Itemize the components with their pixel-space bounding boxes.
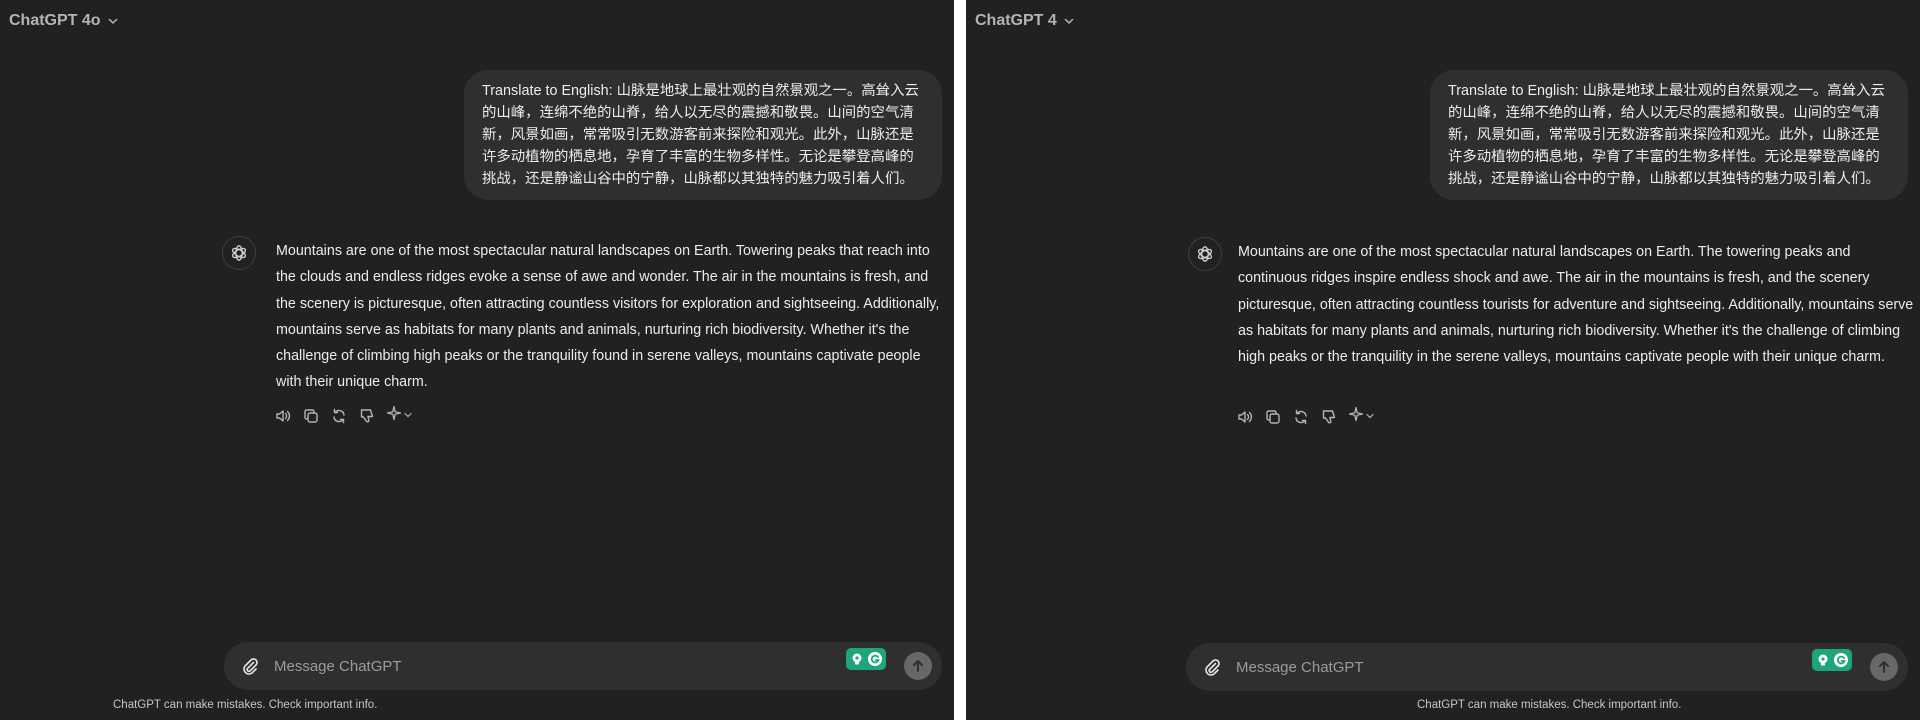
- message-input[interactable]: [1236, 655, 1716, 679]
- openai-logo-icon: [1188, 237, 1222, 271]
- paperclip-icon[interactable]: [1200, 655, 1224, 679]
- chevron-down-icon: [107, 15, 119, 27]
- extension-icons[interactable]: [846, 648, 886, 670]
- model-switcher[interactable]: ChatGPT 4: [975, 10, 1075, 32]
- grammarly-icon: [1833, 652, 1849, 668]
- chevron-down-icon: [1063, 15, 1075, 27]
- message-composer: [224, 642, 942, 690]
- send-button[interactable]: [904, 652, 932, 680]
- send-button[interactable]: [1870, 653, 1898, 681]
- user-message: Translate to English: 山脉是地球上最壮观的自然景观之一。高…: [464, 70, 942, 200]
- model-switcher[interactable]: ChatGPT 4o: [9, 10, 119, 32]
- message-actions: [274, 405, 413, 426]
- user-message: Translate to English: 山脉是地球上最壮观的自然景观之一。高…: [1430, 70, 1908, 200]
- arrow-up-icon: [1879, 661, 1889, 673]
- sparkle-icon: [386, 405, 402, 426]
- bulb-icon: [1815, 652, 1831, 668]
- model-name: ChatGPT 4o: [9, 12, 101, 29]
- copy-icon[interactable]: [1264, 408, 1282, 426]
- message-actions: [1236, 406, 1375, 427]
- extension-icons[interactable]: [1812, 649, 1852, 671]
- change-model-button[interactable]: [386, 405, 413, 426]
- sparkle-icon: [1348, 406, 1364, 427]
- grammarly-icon: [867, 651, 883, 667]
- refresh-icon[interactable]: [330, 407, 348, 425]
- disclaimer: ChatGPT can make mistakes. Check importa…: [113, 699, 378, 711]
- bulb-icon: [849, 651, 865, 667]
- speaker-icon[interactable]: [274, 407, 292, 425]
- thumbs-down-icon[interactable]: [1320, 408, 1338, 426]
- copy-icon[interactable]: [302, 407, 320, 425]
- thumbs-down-icon[interactable]: [358, 407, 376, 425]
- assistant-message: Mountains are one of the most spectacula…: [276, 243, 940, 391]
- change-model-button[interactable]: [1348, 406, 1375, 427]
- paperclip-icon[interactable]: [238, 654, 262, 678]
- message-input[interactable]: [274, 654, 754, 678]
- refresh-icon[interactable]: [1292, 408, 1310, 426]
- disclaimer: ChatGPT can make mistakes. Check importa…: [1417, 699, 1682, 711]
- chevron-down-icon: [1365, 408, 1375, 426]
- chat-pane-left: ChatGPT 4o Translate to English: 山脉是地球上最…: [0, 0, 954, 720]
- chevron-down-icon: [403, 407, 413, 425]
- openai-logo-icon: [222, 236, 256, 270]
- split-screen: ChatGPT 4o Translate to English: 山脉是地球上最…: [0, 0, 1920, 720]
- speaker-icon[interactable]: [1236, 408, 1254, 426]
- assistant-message: Mountains are one of the most spectacula…: [1238, 244, 1914, 366]
- message-composer: [1186, 643, 1908, 691]
- arrow-up-icon: [913, 660, 923, 672]
- model-name: ChatGPT 4: [975, 12, 1057, 29]
- chat-pane-right: ChatGPT 4 Translate to English: 山脉是地球上最壮…: [966, 0, 1920, 720]
